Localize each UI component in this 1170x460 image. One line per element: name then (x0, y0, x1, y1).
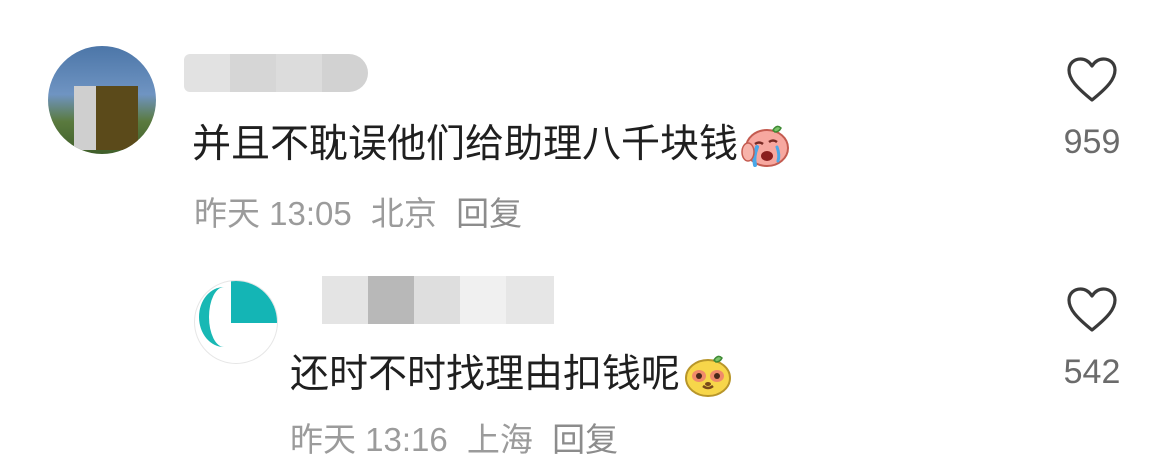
like-control[interactable]: 959 (1037, 56, 1147, 162)
heart-outline-icon[interactable] (1066, 56, 1118, 104)
comment-meta: 昨天 13:16 上海 回复 (290, 420, 628, 460)
comment-body: 并且不耽误他们给助理八千块钱 (192, 123, 739, 166)
reply-button[interactable]: 回复 (456, 195, 522, 232)
username-redacted[interactable] (184, 54, 368, 92)
avatar-shape (231, 281, 277, 323)
comment-location: 上海 (466, 421, 533, 458)
reply-button[interactable]: 回复 (552, 421, 618, 458)
comment-body: 还时不时找理由扣钱呢 (290, 353, 681, 396)
like-count: 542 (1063, 353, 1121, 391)
avatar-mosaic (74, 86, 138, 150)
comment-time: 昨天 13:05 (194, 195, 352, 232)
username-redacted[interactable] (322, 276, 554, 324)
avatar[interactable] (48, 46, 156, 154)
comment-meta: 昨天 13:05 北京 回复 (194, 194, 532, 234)
reply-comment-item (0, 260, 1170, 438)
heart-outline-icon[interactable] (1066, 286, 1118, 334)
comment-text: 还时不时找理由扣钱呢 (290, 352, 734, 398)
comment-text: 并且不耽误他们给助理八千块钱 (192, 122, 792, 168)
like-control[interactable]: 542 (1037, 286, 1147, 392)
avatar[interactable] (194, 280, 278, 364)
smirking-face-emoji (685, 355, 732, 397)
comment-time: 昨天 13:16 (290, 421, 448, 458)
comment-location: 北京 (370, 195, 437, 232)
like-count: 959 (1063, 123, 1121, 161)
crying-face-emoji (741, 125, 790, 167)
comment-item: 并且不耽误他们给助理八千块钱 昨天 13:05 北京 回复 959 (0, 0, 1170, 260)
